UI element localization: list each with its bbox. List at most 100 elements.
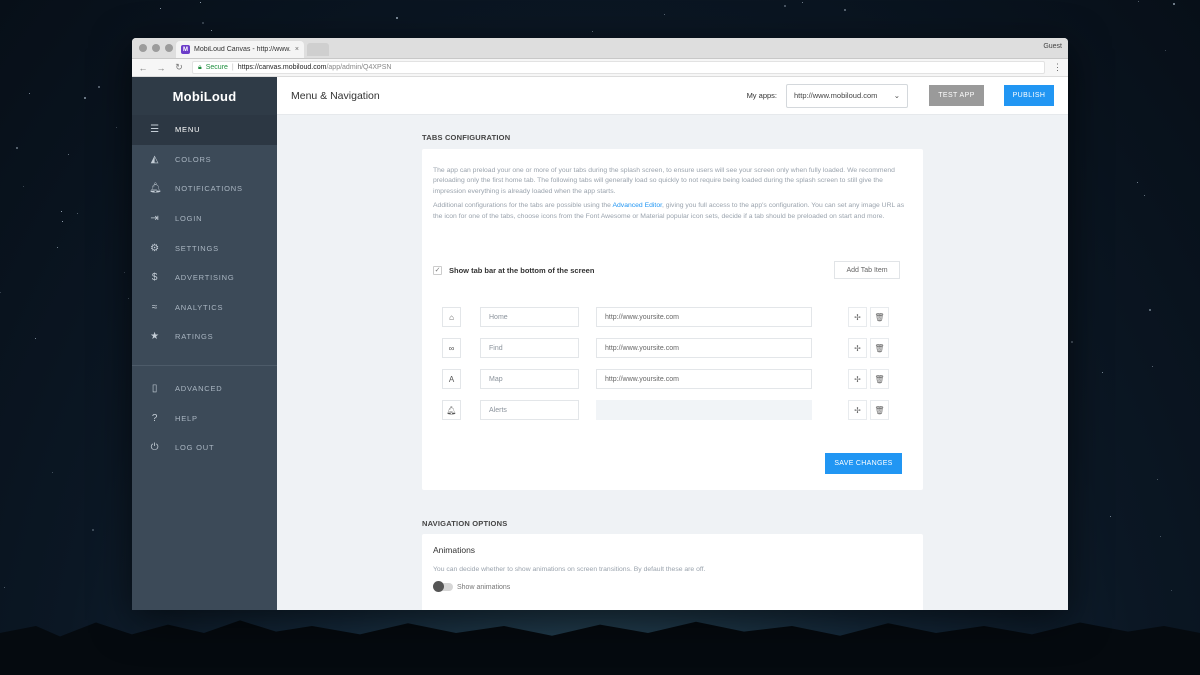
profile-label[interactable]: Guest <box>1043 43 1062 50</box>
star <box>591 31 593 33</box>
minimize-window-button[interactable] <box>152 44 160 52</box>
preload-description: The app can preload your one or more of … <box>433 167 895 195</box>
navigation-options-heading: NAVIGATION OPTIONS <box>422 519 508 528</box>
show-animations-toggle[interactable] <box>433 581 453 593</box>
animations-title: Animations <box>433 545 476 555</box>
maximize-window-button[interactable] <box>165 44 173 52</box>
reload-icon[interactable]: ↻ <box>174 62 184 73</box>
star <box>1149 308 1152 311</box>
navigation-options-card: Animations You can decide whether to sho… <box>422 534 923 610</box>
show-tabbar-checkbox[interactable]: ✓ <box>433 265 442 275</box>
star <box>1137 182 1139 184</box>
trash-icon[interactable]: 🗑︎ <box>870 307 889 327</box>
sidebar-item-notifications[interactable]: 🔔︎ NOTIFICATIONS <box>132 174 277 204</box>
star <box>211 30 213 32</box>
sidebar-item-advertising[interactable]: $ ADVERTISING <box>132 263 277 293</box>
secure-label: Secure <box>205 64 228 71</box>
star <box>200 1 202 3</box>
move-handle-icon[interactable]: ✢ <box>848 307 867 327</box>
new-tab-button[interactable] <box>307 43 329 56</box>
browser-window: M MobiLoud Canvas - http://www. × Guest … <box>132 38 1068 610</box>
help-icon: ? <box>151 412 159 424</box>
sidebar-item-label: HELP <box>175 413 198 423</box>
star <box>801 1 803 3</box>
tab-title: MobiLoud Canvas - http://www. <box>194 46 291 53</box>
paint-bucket-icon: ◭ <box>150 153 160 165</box>
mobiloud-logo[interactable]: MobiLoud <box>132 77 277 115</box>
star <box>1110 516 1112 518</box>
tab-url-input[interactable]: http://www.yoursite.com <box>596 338 812 358</box>
close-window-button[interactable] <box>139 44 147 52</box>
binoculars-icon[interactable]: ∞ <box>442 338 461 358</box>
star <box>202 22 205 25</box>
sidebar-item-ratings[interactable]: ★ RATINGS <box>132 322 277 352</box>
sidebar-item-analytics[interactable]: ≈ ANALYTICS <box>132 293 277 323</box>
sidebar-item-log-out[interactable]: ⏻ LOG OUT <box>132 433 277 463</box>
star <box>123 272 125 274</box>
sidebar-item-advanced[interactable]: ▯ ADVANCED <box>132 374 277 404</box>
sidebar-item-settings[interactable]: ⚙ SETTINGS <box>132 233 277 263</box>
map-font-icon[interactable]: A <box>442 369 461 389</box>
sidebar-item-label: SETTINGS <box>175 243 219 253</box>
star <box>128 297 130 299</box>
app-select-dropdown[interactable]: http://www.mobiloud.com ⌄ <box>786 83 908 108</box>
trash-icon[interactable]: 🗑︎ <box>870 369 889 389</box>
tab-url-input[interactable] <box>596 400 812 420</box>
star <box>664 14 666 16</box>
tab-name-input[interactable]: Find <box>480 338 579 358</box>
publish-button[interactable]: PUBLISH <box>1004 85 1054 106</box>
star <box>844 8 847 11</box>
app-body: MobiLoud ☰ MENU ◭ COLORS 🔔︎ NOTIFICATIONS ⇥ LOG… <box>132 77 1068 610</box>
tab-name-input[interactable]: Map <box>480 369 579 389</box>
url-host: https://canvas.mobiloud.com <box>237 64 327 71</box>
trend-icon: ≈ <box>151 301 159 313</box>
browser-menu-icon[interactable]: ⋮ <box>1053 62 1062 73</box>
show-animations-label: Show animations <box>457 583 511 591</box>
star <box>160 7 162 9</box>
move-handle-icon[interactable]: ✢ <box>848 369 867 389</box>
phone-icon: ▯ <box>151 383 159 395</box>
my-apps-label: My apps: <box>746 91 777 100</box>
tabs-configuration-heading: TABS CONFIGURATION <box>422 133 511 142</box>
star <box>35 338 37 340</box>
home-icon[interactable]: ⌂ <box>442 307 461 327</box>
tab-url-input[interactable]: http://www.yoursite.com <box>596 307 812 327</box>
tab-url-input[interactable]: http://www.yoursite.com <box>596 369 812 389</box>
save-changes-button[interactable]: SAVE CHANGES <box>825 453 902 474</box>
test-app-button[interactable]: TEST APP <box>929 85 984 106</box>
tab-close-icon[interactable]: × <box>295 46 299 53</box>
advanced-editor-link[interactable]: Advanced Editor <box>612 202 662 209</box>
star <box>1159 536 1161 538</box>
power-icon: ⏻ <box>150 442 160 454</box>
url-input[interactable]: 🔒︎ Secure | https://canvas.mobiloud.com/… <box>192 61 1045 74</box>
move-handle-icon[interactable]: ✢ <box>848 338 867 358</box>
sidebar-item-login[interactable]: ⇥ LOGIN <box>132 204 277 234</box>
back-arrow-icon[interactable]: ← <box>138 63 148 73</box>
bell-icon[interactable]: 🔔︎ <box>442 400 461 420</box>
sidebar-item-colors[interactable]: ◭ COLORS <box>132 145 277 175</box>
star <box>16 147 19 150</box>
trash-icon[interactable]: 🗑︎ <box>870 338 889 358</box>
browser-tab[interactable]: M MobiLoud Canvas - http://www. × <box>176 41 304 58</box>
animations-description: You can decide whether to show animation… <box>433 566 706 573</box>
star <box>783 4 786 7</box>
sidebar-item-label: LOG OUT <box>175 443 215 453</box>
hamburger-icon: ☰ <box>150 124 160 136</box>
window-controls <box>139 44 173 52</box>
move-handle-icon[interactable]: ✢ <box>848 400 867 420</box>
tab-name-input[interactable]: Alerts <box>480 400 579 420</box>
sidebar-item-help[interactable]: ? HELP <box>132 403 277 433</box>
sidebar: MobiLoud ☰ MENU ◭ COLORS 🔔︎ NOTIFICATIONS ⇥ LOG… <box>132 77 277 610</box>
add-tab-item-button[interactable]: Add Tab Item <box>834 261 900 279</box>
star <box>76 213 78 215</box>
show-animations-row: Show animations <box>422 581 923 593</box>
forward-arrow-icon[interactable]: → <box>156 63 166 73</box>
tab-item-row: ∞ Find http://www.yoursite.com ✢ 🗑︎ <box>442 338 902 358</box>
sidebar-item-label: ADVANCED <box>175 384 223 394</box>
star <box>1144 194 1146 196</box>
trash-icon[interactable]: 🗑︎ <box>870 400 889 420</box>
tab-item-row: ⌂ Home http://www.yoursite.com ✢ 🗑︎ <box>442 307 902 327</box>
star <box>61 211 63 213</box>
tab-name-input[interactable]: Home <box>480 307 579 327</box>
sidebar-item-menu[interactable]: ☰ MENU <box>132 115 277 145</box>
